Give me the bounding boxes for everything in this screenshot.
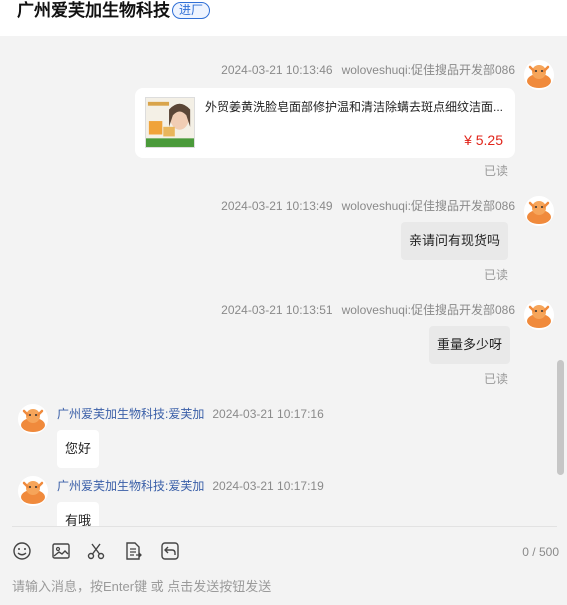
sender-name: 广州爱芙加生物科技:爱芙加 — [57, 479, 205, 493]
sender-name: 广州爱芙加生物科技:爱芙加 — [57, 407, 205, 421]
chat-window: 广州爱芙加生物科技 进厂 2024-03-21 10:13:46 wolovesh… — [0, 0, 567, 605]
chat-scrollbar[interactable] — [557, 360, 564, 475]
seller-avatar[interactable] — [18, 476, 48, 506]
image-icon[interactable] — [51, 541, 71, 561]
message-time: 2024-03-21 10:13:51 — [221, 303, 333, 317]
buyer-avatar[interactable] — [524, 300, 554, 330]
message-bubble[interactable]: 有哦 — [57, 502, 100, 526]
read-status: 已读 — [484, 164, 509, 178]
char-counter: 0 / 500 — [522, 545, 559, 559]
buyer-avatar[interactable] — [524, 60, 554, 90]
history-icon[interactable] — [160, 541, 180, 561]
message-bubble[interactable]: 重量多少呀 — [429, 326, 511, 364]
sender-name: woloveshuqi:促佳搜品开发部086 — [341, 303, 515, 317]
product-image[interactable] — [145, 97, 195, 148]
document-icon[interactable] — [123, 541, 143, 561]
message-meta: 2024-03-21 10:13:51 woloveshuqi:促佳搜品开发部08… — [221, 303, 515, 317]
message-time: 2024-03-21 10:13:46 — [221, 63, 333, 77]
input-divider — [12, 526, 557, 527]
sender-name: woloveshuqi:促佳搜品开发部086 — [341, 63, 515, 77]
sender-name: woloveshuqi:促佳搜品开发部086 — [341, 199, 515, 213]
emoji-icon[interactable] — [12, 541, 32, 561]
scissors-icon[interactable] — [86, 541, 106, 561]
message-meta: 广州爱芙加生物科技:爱芙加 2024-03-21 10:17:16 — [57, 407, 324, 421]
product-price: ¥ 5.25 — [464, 132, 503, 148]
message-bubble[interactable]: 您好 — [57, 430, 100, 468]
message-time: 2024-03-21 10:13:49 — [221, 199, 333, 213]
message-input[interactable] — [12, 575, 557, 597]
enter-shop-tag[interactable]: 进厂 — [172, 2, 211, 19]
message-meta: 2024-03-21 10:13:46 woloveshuqi:促佳搜品开发部08… — [221, 63, 515, 77]
product-title[interactable]: 外贸姜黄洗脸皂面部修护温和清洁除螨去斑点细纹洁面... — [205, 100, 505, 114]
message-meta: 2024-03-21 10:13:49 woloveshuqi:促佳搜品开发部08… — [221, 199, 515, 213]
read-status: 已读 — [484, 268, 509, 282]
buyer-avatar[interactable] — [524, 196, 554, 226]
message-meta: 广州爱芙加生物科技:爱芙加 2024-03-21 10:17:19 — [57, 479, 324, 493]
chat-header: 广州爱芙加生物科技 进厂 — [0, 0, 567, 36]
read-status: 已读 — [484, 372, 509, 386]
shop-name[interactable]: 广州爱芙加生物科技 — [17, 1, 170, 21]
message-bubble[interactable]: 亲请问有现货吗 — [401, 222, 509, 260]
message-time: 2024-03-21 10:17:19 — [212, 479, 324, 493]
product-card[interactable]: 外贸姜黄洗脸皂面部修护温和清洁除螨去斑点细纹洁面... ¥ 5.25 — [135, 88, 515, 158]
seller-avatar[interactable] — [18, 404, 48, 434]
message-time: 2024-03-21 10:17:16 — [212, 407, 324, 421]
message-list[interactable]: 2024-03-21 10:13:46 woloveshuqi:促佳搜品开发部08… — [0, 36, 567, 526]
